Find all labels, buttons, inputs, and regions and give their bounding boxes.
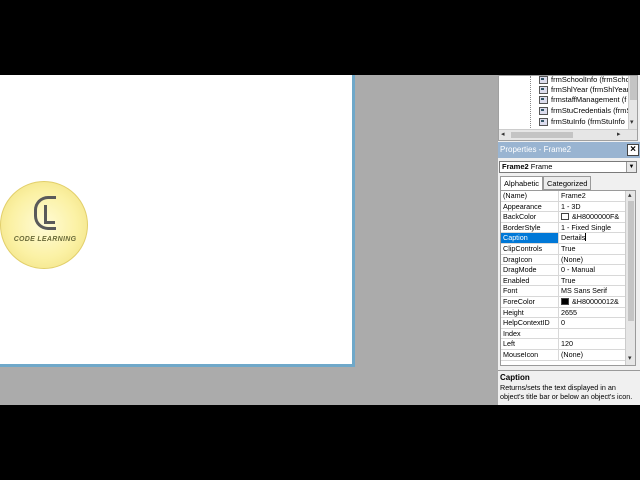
property-value-editor[interactable]: Dertails	[561, 233, 625, 243]
property-row-appearance[interactable]: Appearance 1 - 3D	[501, 201, 625, 213]
tree-item-label: frmSchoolInfo (frmScho	[551, 75, 630, 84]
description-text: Returns/sets the text displayed in an ob…	[500, 383, 633, 401]
description-title: Caption	[500, 373, 530, 382]
scroll-left-arrow-icon[interactable]: ◂	[501, 130, 505, 140]
scroll-up-arrow-icon[interactable]: ▴	[628, 191, 632, 201]
form-designer-canvas[interactable]: CODE LEARNING	[0, 75, 355, 367]
property-value[interactable]: &H80000012&	[561, 297, 625, 307]
text-caret	[585, 233, 587, 242]
property-name: DragIcon	[501, 254, 559, 265]
property-name: (Name)	[501, 191, 559, 201]
ide-workspace: CODE LEARNING frmSchoolInfo (frmScho frm…	[0, 75, 640, 405]
scroll-down-arrow-icon[interactable]: ▾	[630, 118, 634, 128]
properties-grid[interactable]: (Name) Frame2 Appearance 1 - 3D BackColo…	[500, 190, 636, 366]
property-name: BorderStyle	[501, 222, 559, 233]
property-value[interactable]: (None)	[561, 350, 625, 360]
tree-item-label: frmstaffManagement (f	[551, 95, 627, 104]
project-explorer-tree[interactable]: frmSchoolInfo (frmScho frmShlYear (frmSh…	[498, 75, 638, 141]
property-value[interactable]: 2655	[561, 308, 625, 318]
property-row-dragicon[interactable]: DragIcon (None)	[501, 254, 625, 266]
logo-cl-mark	[34, 196, 56, 230]
close-icon[interactable]: ×	[627, 144, 639, 156]
property-row-dragmode[interactable]: DragMode 0 - Manual	[501, 265, 625, 276]
tree-connector-line	[530, 76, 531, 128]
property-description-pane: Caption Returns/sets the text displayed …	[498, 370, 640, 405]
property-row-mouseicon[interactable]: MouseIcon (None)	[501, 350, 625, 361]
logo-text: CODE LEARNING	[13, 236, 77, 243]
property-value-text: &H80000012&	[572, 297, 619, 306]
property-value[interactable]: True	[561, 244, 625, 254]
property-value[interactable]: &H8000000F&	[561, 212, 625, 222]
tree-item-frmstaffmanagement[interactable]: frmstaffManagement (f	[539, 94, 626, 105]
color-swatch	[561, 213, 569, 221]
code-learning-logo: CODE LEARNING	[0, 181, 88, 269]
scrollbar-thumb[interactable]	[630, 76, 637, 100]
property-row-name[interactable]: (Name) Frame2	[501, 191, 625, 202]
tab-alphabetic[interactable]: Alphabetic	[500, 176, 544, 190]
property-row-caption[interactable]: Caption Dertails	[501, 233, 625, 244]
property-value[interactable]: 0 - Manual	[561, 265, 625, 275]
tree-item-label: frmStuCredentials (frmS	[551, 106, 632, 115]
scrollbar-thumb[interactable]	[628, 201, 634, 321]
property-row-clipcontrols[interactable]: ClipControls True	[501, 244, 625, 255]
property-row-forecolor[interactable]: ForeColor &H80000012&	[501, 297, 625, 308]
property-value[interactable]: True	[561, 276, 625, 286]
tree-item-label: frmShlYear (frmShlYear	[551, 85, 630, 94]
property-value[interactable]: 0	[561, 318, 625, 328]
tree-item-label: frmStuInfo (frmStuInfo	[551, 117, 625, 126]
object-selector-dropdown[interactable]: Frame2 Frame ▼	[499, 161, 637, 173]
property-value-text: Dertails	[561, 233, 586, 243]
property-name: Appearance	[501, 201, 559, 212]
form-icon	[539, 117, 548, 126]
scroll-right-arrow-icon[interactable]: ▸	[617, 130, 621, 140]
form-icon	[539, 76, 548, 84]
property-name: Index	[501, 328, 559, 339]
form-icon	[539, 85, 548, 94]
property-name: BackColor	[501, 212, 559, 223]
tree-item-frmstuinfo[interactable]: frmStuInfo (frmStuInfo	[539, 116, 625, 127]
scrollbar-thumb[interactable]	[511, 132, 573, 138]
property-row-backcolor[interactable]: BackColor &H8000000F&	[501, 212, 625, 223]
property-row-left[interactable]: Left 120	[501, 339, 625, 350]
property-name: Font	[501, 286, 559, 297]
property-name: HelpContextID	[501, 318, 559, 329]
property-name: Left	[501, 339, 559, 350]
property-name: ForeColor	[501, 297, 559, 307]
tree-horizontal-scrollbar[interactable]: ◂ ▸	[499, 129, 637, 140]
right-dock-panel: frmSchoolInfo (frmScho frmShlYear (frmSh…	[498, 75, 640, 405]
property-value-text: &H8000000F&	[572, 212, 620, 222]
property-value[interactable]: (None)	[561, 255, 625, 265]
property-value[interactable]: 120	[561, 339, 625, 349]
property-name: DragMode	[501, 265, 559, 276]
property-value[interactable]: 1 - Fixed Single	[561, 223, 625, 233]
property-row-font[interactable]: Font MS Sans Serif	[501, 286, 625, 297]
object-type: Frame	[530, 162, 553, 171]
property-name: ClipControls	[501, 244, 559, 254]
property-value[interactable]: Frame2	[561, 191, 625, 201]
object-name: Frame2	[502, 162, 529, 171]
property-value[interactable]	[561, 329, 625, 339]
property-row-index[interactable]: Index	[501, 328, 625, 340]
form-icon	[539, 106, 548, 115]
form-icon	[539, 95, 548, 104]
property-row-helpcontextid[interactable]: HelpContextID 0	[501, 318, 625, 329]
tab-categorized[interactable]: Categorized	[543, 176, 592, 190]
property-name: Caption	[501, 233, 559, 244]
chevron-down-icon[interactable]: ▼	[626, 162, 636, 172]
tree-vertical-scrollbar[interactable]: ▾	[628, 76, 637, 130]
property-value[interactable]: MS Sans Serif	[561, 286, 625, 296]
tree-item-frmstucredentials[interactable]: frmStuCredentials (frmS	[539, 105, 631, 116]
property-name: MouseIcon	[501, 350, 559, 360]
property-name: Height	[501, 307, 559, 318]
scroll-down-arrow-icon[interactable]: ▾	[628, 354, 632, 364]
property-row-enabled[interactable]: Enabled True	[501, 275, 625, 287]
properties-vertical-scrollbar[interactable]: ▴ ▾	[625, 191, 635, 365]
color-swatch	[561, 298, 569, 305]
property-value[interactable]: 1 - 3D	[561, 202, 625, 212]
property-row-borderstyle[interactable]: BorderStyle 1 - Fixed Single	[501, 222, 625, 234]
properties-title-bar: Properties - Frame2	[498, 142, 640, 158]
property-row-height[interactable]: Height 2655	[501, 307, 625, 319]
property-name: Enabled	[501, 275, 559, 286]
